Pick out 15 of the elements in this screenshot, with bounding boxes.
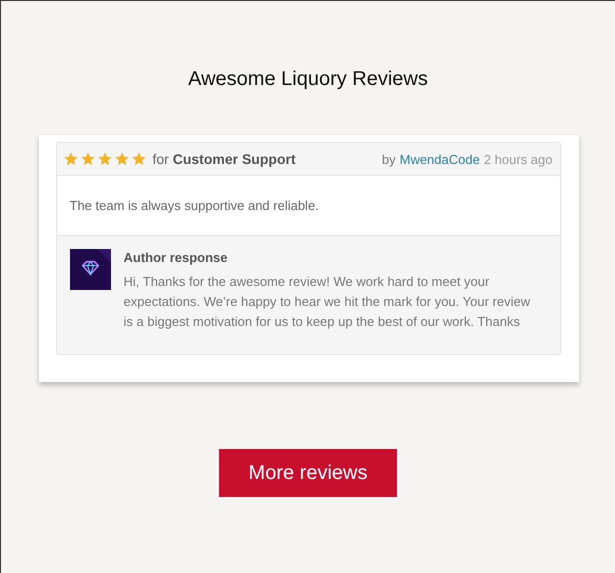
response-heading: Author response xyxy=(124,250,229,265)
page-title: Awesome Liquory Reviews xyxy=(188,67,428,91)
review-time: 2 hours ago xyxy=(484,152,552,166)
filled-star-icon xyxy=(114,151,130,167)
filled-star-icon xyxy=(80,151,96,167)
response-text: Hi, Thanks for the awesome review! We work hard to meet your expectations. We’re happy to hear we hit the mark for you. Your review is a biggest motivation for us to keep up the best of our work. Thanks xyxy=(124,273,532,331)
filled-star-icon xyxy=(62,151,78,167)
review-category: for Customer Support xyxy=(152,151,297,167)
author-link[interactable]: MwendaCode xyxy=(400,152,480,166)
filled-star-icon xyxy=(130,151,146,167)
by-label: by xyxy=(382,152,396,166)
review-text: The team is always supportive and reliable. xyxy=(70,198,319,213)
filled-star-icon xyxy=(96,151,112,167)
more-reviews-button[interactable]: More reviews xyxy=(219,449,397,497)
diamond-avatar-icon xyxy=(70,249,110,290)
